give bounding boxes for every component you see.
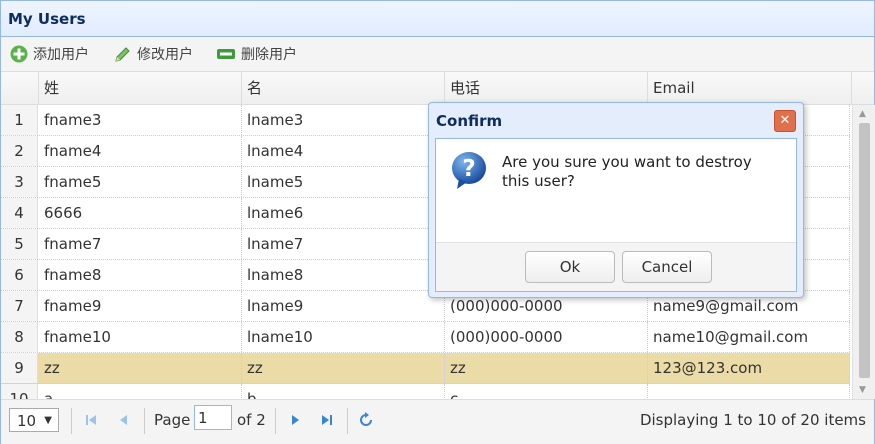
cell-firstname: lname3: [242, 105, 445, 135]
panel-title: My Users: [8, 10, 86, 28]
cell-firstname: lname7: [242, 229, 445, 259]
pagination-bar: 10 ▼ Page 1 of 2 Displaying 1 to 10 of 2…: [1, 399, 874, 444]
dialog-title: Confirm: [436, 112, 503, 130]
cell-firstname: lname6: [242, 198, 445, 228]
vertical-scrollbar[interactable]: ▲ ▼: [852, 105, 875, 399]
page-size-value: 10: [17, 412, 37, 430]
table-row[interactable]: 10 a b c: [1, 384, 850, 399]
cell-lastname: 6666: [39, 198, 242, 228]
refresh-icon[interactable]: [356, 410, 376, 430]
dialog-body: ? Are you sure you want to destroy this …: [435, 138, 797, 292]
column-header-firstname[interactable]: 名: [242, 72, 445, 104]
pager-separator: [71, 408, 72, 434]
grid-header: 姓 名 电话 Email: [1, 72, 874, 105]
edit-user-button[interactable]: 修改用户: [114, 43, 193, 65]
dialog-button-bar: Ok Cancel: [436, 242, 796, 291]
cell-email: 123@123.com: [648, 353, 850, 383]
table-row[interactable]: 9 zz zz zz 123@123.com: [1, 353, 850, 384]
row-number: 9: [1, 353, 38, 383]
cell-firstname: lname4: [242, 136, 445, 166]
chevron-down-icon: ▼: [44, 415, 52, 426]
cell-phone: zz: [445, 353, 648, 383]
cell-firstname: lname5: [242, 167, 445, 197]
scrollbar-thumb[interactable]: [859, 123, 870, 378]
page-label: Page: [154, 411, 191, 429]
last-page-icon[interactable]: [317, 410, 337, 430]
pager-info: Displaying 1 to 10 of 20 items: [639, 411, 866, 429]
cell-lastname: fname9: [39, 291, 242, 321]
page-total-label: of 2: [237, 411, 266, 429]
minus-icon: [216, 45, 236, 63]
svg-text:?: ?: [462, 156, 475, 182]
row-number: 3: [1, 167, 38, 197]
page-number-input[interactable]: 1: [194, 405, 232, 430]
cell-firstname: lname8: [242, 260, 445, 290]
scroll-down-icon[interactable]: ▼: [859, 385, 866, 395]
cell-lastname: fname10: [39, 322, 242, 352]
plus-icon: [10, 45, 28, 63]
dialog-message: Are you sure you want to destroy this us…: [502, 153, 752, 190]
toolbar: 添加用户 修改用户 删除用户: [1, 37, 874, 72]
pager-separator: [144, 408, 145, 434]
cell-firstname: lname9: [242, 291, 445, 321]
rownum-header: [1, 72, 39, 104]
ok-button[interactable]: Ok: [525, 251, 615, 283]
delete-user-button[interactable]: 删除用户: [216, 43, 297, 65]
question-icon: ?: [449, 149, 491, 195]
row-number: 8: [1, 322, 38, 352]
row-number: 6: [1, 260, 38, 290]
cell-lastname: fname4: [39, 136, 242, 166]
next-page-icon[interactable]: [285, 410, 305, 430]
row-number: 4: [1, 198, 38, 228]
cell-email: [648, 384, 850, 399]
scroll-up-icon[interactable]: ▲: [859, 109, 866, 119]
add-user-label: 添加用户: [33, 47, 89, 63]
cell-lastname: zz: [39, 353, 242, 383]
panel-header: My Users: [1, 1, 874, 37]
edit-user-label: 修改用户: [137, 47, 193, 63]
cell-phone: c: [445, 384, 648, 399]
prev-page-icon[interactable]: [114, 410, 134, 430]
cell-phone: (000)000-0000: [445, 322, 648, 352]
first-page-icon[interactable]: [81, 410, 101, 430]
close-icon[interactable]: ✕: [774, 110, 796, 132]
row-number: 1: [1, 105, 38, 135]
page-size-select[interactable]: 10 ▼: [9, 408, 59, 432]
confirm-dialog: Confirm ✕ ? Are you sure you want to des…: [428, 102, 804, 298]
row-number: 2: [1, 136, 38, 166]
pager-separator: [275, 408, 276, 434]
cancel-button[interactable]: Cancel: [622, 251, 712, 283]
cell-lastname: fname7: [39, 229, 242, 259]
cell-lastname: fname8: [39, 260, 242, 290]
column-header-lastname[interactable]: 姓: [39, 72, 242, 104]
table-row[interactable]: 8 fname10 lname10 (000)000-0000 name10@gmail…: [1, 322, 850, 353]
add-user-button[interactable]: 添加用户: [10, 43, 89, 65]
cell-lastname: fname5: [39, 167, 242, 197]
pencil-icon: [114, 45, 132, 63]
cell-firstname: b: [242, 384, 445, 399]
delete-user-label: 删除用户: [241, 47, 297, 63]
column-header-phone[interactable]: 电话: [445, 72, 648, 104]
cell-firstname: zz: [242, 353, 445, 383]
row-number: 7: [1, 291, 38, 321]
cell-firstname: lname10: [242, 322, 445, 352]
cell-lastname: fname3: [39, 105, 242, 135]
row-number: 10: [1, 384, 38, 399]
cell-lastname: a: [39, 384, 242, 399]
pager-separator: [347, 408, 348, 434]
row-number: 5: [1, 229, 38, 259]
column-header-email[interactable]: Email: [648, 72, 852, 104]
cell-email: name10@gmail.com: [648, 322, 850, 352]
